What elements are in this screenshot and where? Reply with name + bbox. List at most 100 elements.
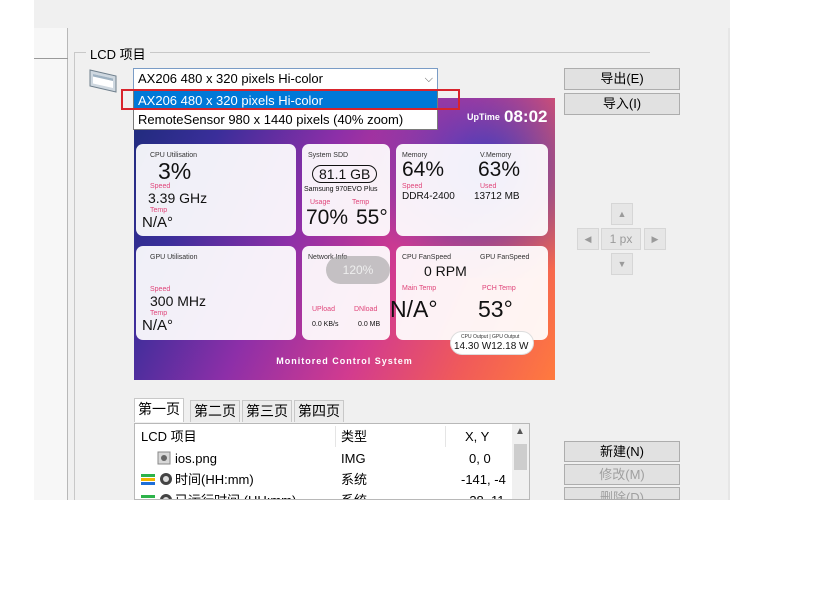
monitor-icon	[89, 69, 117, 93]
cpu-speed-label: Speed	[150, 183, 171, 190]
nudge-step: 1 px	[601, 228, 641, 250]
uptime-label: UpTime	[467, 112, 500, 122]
row-type: 系统	[341, 490, 367, 499]
main-temp-value: N/A°	[390, 296, 438, 322]
ssd-value: 81.1 GB	[312, 165, 378, 183]
memory-value: 64%	[402, 158, 445, 181]
scroll-up-icon[interactable]: ▲	[515, 426, 525, 437]
color-bars-icon	[141, 469, 155, 490]
ssd-model: Samsung 970EVO Plus	[304, 186, 378, 193]
left-tree-pane	[34, 28, 68, 500]
nudge-left-button[interactable]: ◀	[577, 228, 599, 250]
gpu-speed-label: Speed	[150, 286, 171, 293]
row-xy: 0, 0	[469, 451, 491, 466]
delete-item-button[interactable]: 删除(D)	[564, 487, 680, 500]
vmemory-used-label: Used	[480, 183, 497, 190]
window-top-bar	[34, 0, 730, 28]
fan-temp-card[interactable]: CPU FanSpeed GPU FanSpeed 0 RPM Main Tem…	[390, 246, 548, 340]
cpu-card[interactable]: CPU Utilisation 3% Speed 3.39 GHz Temp N…	[136, 144, 296, 236]
group-box-border-left	[74, 52, 75, 500]
cpu-temp: N/A°	[142, 214, 174, 231]
row-xy: -38, 11	[465, 490, 505, 499]
ssd-temp-label: Temp	[352, 199, 370, 206]
upload-label: UPload	[312, 306, 335, 313]
gpu-title: GPU Utilisation	[150, 254, 198, 261]
row-name: 已运行时间 (HH:mm)	[175, 490, 296, 499]
lcd-type-select-value: AX206 480 x 320 pixels Hi-color	[138, 71, 323, 86]
column-header-type[interactable]: 类型	[341, 426, 367, 447]
color-bars-icon	[141, 490, 155, 499]
download-label: DNload	[354, 306, 378, 313]
row-type: IMG	[341, 451, 366, 466]
pch-temp-label: PCH Temp	[482, 285, 516, 292]
memory-speed: DDR4-2400	[402, 191, 455, 202]
nudge-down-button[interactable]: ▼	[611, 253, 633, 275]
ssd-title: System SDD	[308, 152, 349, 159]
download-value: 0.0 MB	[358, 321, 381, 328]
row-name: 时间(HH:mm)	[175, 472, 254, 487]
ssd-temp: 55°	[356, 206, 388, 229]
tab-page-3[interactable]: 第三页	[242, 400, 292, 422]
list-header: LCD 项目 类型 X, Y	[135, 426, 513, 447]
gpu-card[interactable]: GPU Utilisation Speed 300 MHz Temp N/A°	[136, 246, 296, 340]
panel-edge	[728, 28, 730, 500]
export-button[interactable]: 导出(E)	[564, 68, 680, 90]
group-title: LCD 项目	[86, 44, 150, 63]
row-xy: -141, -4	[461, 472, 506, 487]
main-temp-label: Main Temp	[402, 285, 437, 292]
scroll-thumb[interactable]	[514, 444, 527, 470]
group-box-border	[74, 52, 650, 53]
lcd-footer: Monitored Control System	[276, 356, 413, 366]
table-row[interactable]: ios.png IMG 0, 0	[135, 448, 513, 469]
dropdown-option-remotesensor[interactable]: RemoteSensor 980 x 1440 pixels (40% zoom…	[134, 110, 437, 129]
import-button[interactable]: 导入(I)	[564, 93, 680, 115]
lcd-preview[interactable]: UpTime 08:02 CPU Utilisation 3% Speed 3.…	[134, 98, 555, 380]
chevron-down-icon[interactable]: ⌵	[425, 71, 433, 87]
uptime-value: 08:02	[504, 107, 548, 126]
ssd-usage-label: Usage	[310, 199, 331, 206]
power-output-badge: CPU Output | GPU Output 14.30 W12.18 W	[450, 331, 534, 355]
vmemory-value: 63%	[478, 158, 521, 181]
list-scrollbar[interactable]: ▲	[512, 424, 529, 499]
upload-value: 0.0 KB/s	[312, 321, 339, 328]
cpu-fan-label: CPU FanSpeed	[402, 254, 452, 261]
new-item-button[interactable]: 新建(N)	[564, 441, 680, 462]
column-divider	[445, 426, 446, 447]
zoom-overlay: 120%	[326, 256, 390, 284]
column-divider	[335, 426, 336, 447]
edit-item-button[interactable]: 修改(M)	[564, 464, 680, 485]
arrow-right-icon: ▶	[651, 234, 659, 244]
cpu-value: 3%	[158, 158, 192, 184]
arrow-down-icon: ▼	[617, 259, 627, 269]
selection-highlight-box	[121, 89, 460, 110]
row-type: 系统	[341, 472, 368, 487]
memory-card[interactable]: Memory 64% Speed DDR4-2400 V.Memory 63% …	[396, 144, 548, 236]
tab-page-4[interactable]: 第四页	[294, 400, 344, 422]
power-output-labels: CPU Output | GPU Output	[461, 334, 520, 340]
arrow-left-icon: ◀	[584, 234, 592, 244]
memory-speed-label: Speed	[402, 183, 423, 190]
nudge-right-button[interactable]: ▶	[644, 228, 666, 250]
cpu-fan-value: 0 RPM	[424, 263, 467, 279]
lcd-items-list[interactable]: LCD 项目 类型 X, Y ios.png IMG 0, 0 时间(HH:mm…	[134, 423, 530, 500]
table-row[interactable]: 时间(HH:mm) 系统 -141, -4	[135, 469, 513, 490]
gpu-fan-label: GPU FanSpeed	[480, 254, 530, 261]
pch-temp-value: 53°	[478, 296, 513, 322]
table-row[interactable]: 已运行时间 (HH:mm) 系统 -38, 11	[135, 490, 513, 499]
gpu-temp: N/A°	[142, 317, 174, 334]
lcd-type-select[interactable]: AX206 480 x 320 pixels Hi-color ⌵	[133, 68, 438, 90]
gpu-speed: 300 MHz	[150, 293, 207, 309]
column-header-xy[interactable]: X, Y	[465, 426, 489, 447]
image-file-icon	[157, 448, 171, 469]
arrow-up-icon: ▲	[617, 209, 627, 219]
tab-page-2[interactable]: 第二页	[190, 400, 240, 422]
ssd-card[interactable]: System SDD 81.1 GB Samsung 970EVO Plus U…	[302, 144, 390, 236]
row-name: ios.png	[175, 451, 217, 466]
cpu-speed: 3.39 GHz	[148, 190, 208, 206]
ssd-usage: 70%	[306, 206, 349, 229]
tab-page-1[interactable]: 第一页	[134, 398, 184, 422]
column-header-name[interactable]: LCD 项目	[141, 426, 197, 447]
power-output-values: 14.30 W12.18 W	[454, 341, 529, 352]
nudge-up-button[interactable]: ▲	[611, 203, 633, 225]
clock-icon	[159, 469, 173, 490]
